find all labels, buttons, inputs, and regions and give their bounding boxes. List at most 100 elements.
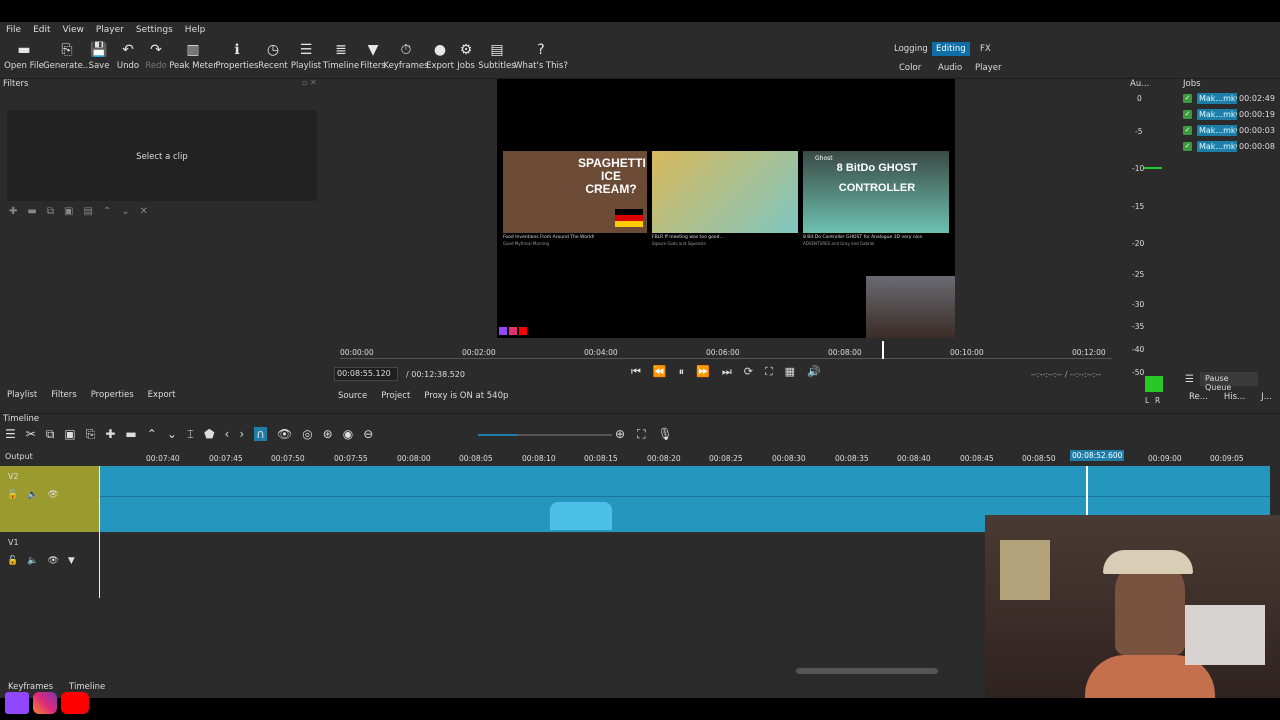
layout-fx[interactable]: FX [980,44,991,54]
cut-icon[interactable]: ✂ [26,427,36,441]
ripple-all-icon[interactable]: ⊛ [323,427,333,441]
toolbar-properties-button[interactable]: ℹ Properties [216,38,259,78]
save-preset-icon[interactable]: ▤ [83,206,92,217]
toolbar-export-button[interactable]: ● Export [426,38,454,78]
toolbar-recent-button[interactable]: ◷ Recent [256,38,290,78]
menu-player[interactable]: Player [90,25,130,35]
tab-history[interactable]: His... [1224,392,1245,402]
toolbar-filters-button[interactable]: ▼ Filters [360,38,386,78]
layout-editing[interactable]: Editing [932,42,970,56]
rewind-icon[interactable]: ⏪ [653,365,667,379]
zoom-in-icon[interactable]: ⊕ [615,427,625,441]
track-head-v2[interactable]: V2 🔓 🔈 👁 [0,466,100,532]
tab-timeline[interactable]: Timeline [69,682,105,692]
tab-project[interactable]: Project [381,391,410,401]
job-item[interactable]: ✓ Mak...mkv 00:00:03 [1183,123,1280,137]
toolbar-playlist-button[interactable]: ☰ Playlist [290,38,322,78]
move-up-icon[interactable]: ⌃ [103,206,111,217]
tab-jobs[interactable]: J... [1261,392,1272,402]
pause-icon[interactable]: ⏸ [679,365,685,379]
loop-icon[interactable]: ⟳ [744,365,753,379]
layout-audio[interactable]: Audio [938,63,962,73]
mute-icon[interactable]: 🔈 [27,556,38,566]
jobs-menu-icon[interactable]: ☰ [1185,374,1194,385]
marker-icon[interactable]: ⬟ [204,427,214,441]
menu-view[interactable]: View [57,25,90,35]
prev-marker-icon[interactable]: ‹ [225,427,230,441]
move-down-icon[interactable]: ⌄ [121,206,129,217]
tab-keyframes[interactable]: Keyframes [8,682,53,692]
snap-icon[interactable]: ∩ [254,427,267,441]
job-item[interactable]: ✓ Mak...mkv 00:00:19 [1183,107,1280,121]
pause-queue-button[interactable]: Pause Queue [1200,372,1258,392]
layout-logging[interactable]: Logging [894,44,928,54]
job-item[interactable]: ✓ Mak...mkv 00:02:49 [1183,91,1280,105]
zoom-out-icon[interactable]: ⊖ [363,427,373,441]
tab-recent[interactable]: Re... [1189,392,1208,402]
toolbar-generate-button[interactable]: ⎘ Generate... [43,38,91,78]
menu-edit[interactable]: Edit [27,25,56,35]
video-preview[interactable]: SPAGHETTI ICE CREAM? Food Inventions Fro… [497,79,955,338]
split-icon[interactable]: ⌶ [187,427,194,441]
next-marker-icon[interactable]: › [239,427,244,441]
append-icon[interactable]: ⎘ [86,427,96,441]
tab-filters[interactable]: Filters [51,390,76,400]
menu-icon[interactable]: ☰ [5,427,16,441]
layout-player[interactable]: Player [975,63,1001,73]
toolbar-redo-button[interactable]: ↷ Redo [144,38,168,78]
tab-properties[interactable]: Properties [91,390,134,400]
player-ruler[interactable]: 00:00:00 00:02:00 00:04:00 00:06:00 00:0… [340,341,1112,359]
remove-icon[interactable]: ▬ [125,427,136,441]
copy-filter-icon[interactable]: ⧉ [47,206,54,217]
toolbar-subtitles-button[interactable]: ▤ Subtitles [478,38,516,78]
menu-settings[interactable]: Settings [130,25,179,35]
zoom-slider[interactable] [478,434,612,436]
toolbar-keyframes-button[interactable]: ⏱ Keyframes [383,38,428,78]
mute-icon[interactable]: 🔈 [27,490,38,500]
proxy-status[interactable]: Proxy is ON at 540p [424,391,508,401]
paste-filter-icon[interactable]: ▣ [64,206,73,217]
lock-icon[interactable]: 🔓 [7,490,18,500]
toolbar-save-button[interactable]: 💾 Save [86,38,112,78]
ripple-icon[interactable]: ◎ [302,427,312,441]
job-item[interactable]: ✓ Mak...mkv 00:00:08 [1183,139,1280,153]
menu-file[interactable]: File [0,25,27,35]
toolbar-jobs-button[interactable]: ⚙ Jobs [454,38,478,78]
tab-export[interactable]: Export [148,390,176,400]
grid-icon[interactable]: ▦ [785,365,795,379]
horizontal-scrollbar[interactable] [796,668,938,674]
eye-icon[interactable]: 👁 [47,490,58,500]
fast-forward-icon[interactable]: ⏩ [696,365,710,379]
toolbar-undo-button[interactable]: ↶ Undo [112,38,144,78]
add-filter-icon[interactable]: ✚ [9,206,17,217]
paste-icon[interactable]: ▣ [64,427,75,441]
record-audio-icon[interactable]: 🎙 [657,427,672,441]
toolbar-timeline-button[interactable]: ≣ Timeline [322,38,360,78]
zoom-fit-icon[interactable]: ⛶ [765,365,773,379]
remove-filter-icon[interactable]: ▬ [27,206,36,217]
skip-previous-icon[interactable]: ⏮ [631,365,641,379]
timeline-ruler[interactable]: 00:07:40 00:07:45 00:07:50 00:07:55 00:0… [100,448,1270,466]
skip-next-icon[interactable]: ⏭ [722,365,732,379]
menu-help[interactable]: Help [179,25,212,35]
player-playhead[interactable] [882,341,884,359]
filter-icon[interactable]: ▼ [68,556,75,566]
scrub-icon[interactable]: 👁 [277,427,292,441]
overwrite-icon[interactable]: ⌄ [167,427,177,441]
zoom-fit-timeline-icon[interactable]: ⛶ [637,427,645,441]
float-icon[interactable]: ▫ ✕ [302,78,317,87]
eye-icon[interactable]: 👁 [47,556,58,566]
toolbar-peak-meter-button[interactable]: ▥ Peak Meter [168,38,218,78]
tab-playlist[interactable]: Playlist [7,390,37,400]
copy-icon[interactable]: ⧉ [46,427,55,441]
lift-icon[interactable]: ⌃ [147,427,157,441]
track-head-v1[interactable]: V1 🔓 🔈 👁 ▼ [0,532,100,598]
layout-color[interactable]: Color [899,63,921,73]
deselect-icon[interactable]: ✕ [140,206,148,217]
lock-icon[interactable]: 🔓 [7,556,18,566]
toolbar-open-file-button[interactable]: ▬ Open File [0,38,48,78]
timecode-input[interactable]: 00:08:55.120 [334,367,398,381]
tab-source[interactable]: Source [338,391,367,401]
toolbar-whats-this-button[interactable]: ? What's This? [514,38,568,78]
add-icon[interactable]: ✚ [105,427,115,441]
